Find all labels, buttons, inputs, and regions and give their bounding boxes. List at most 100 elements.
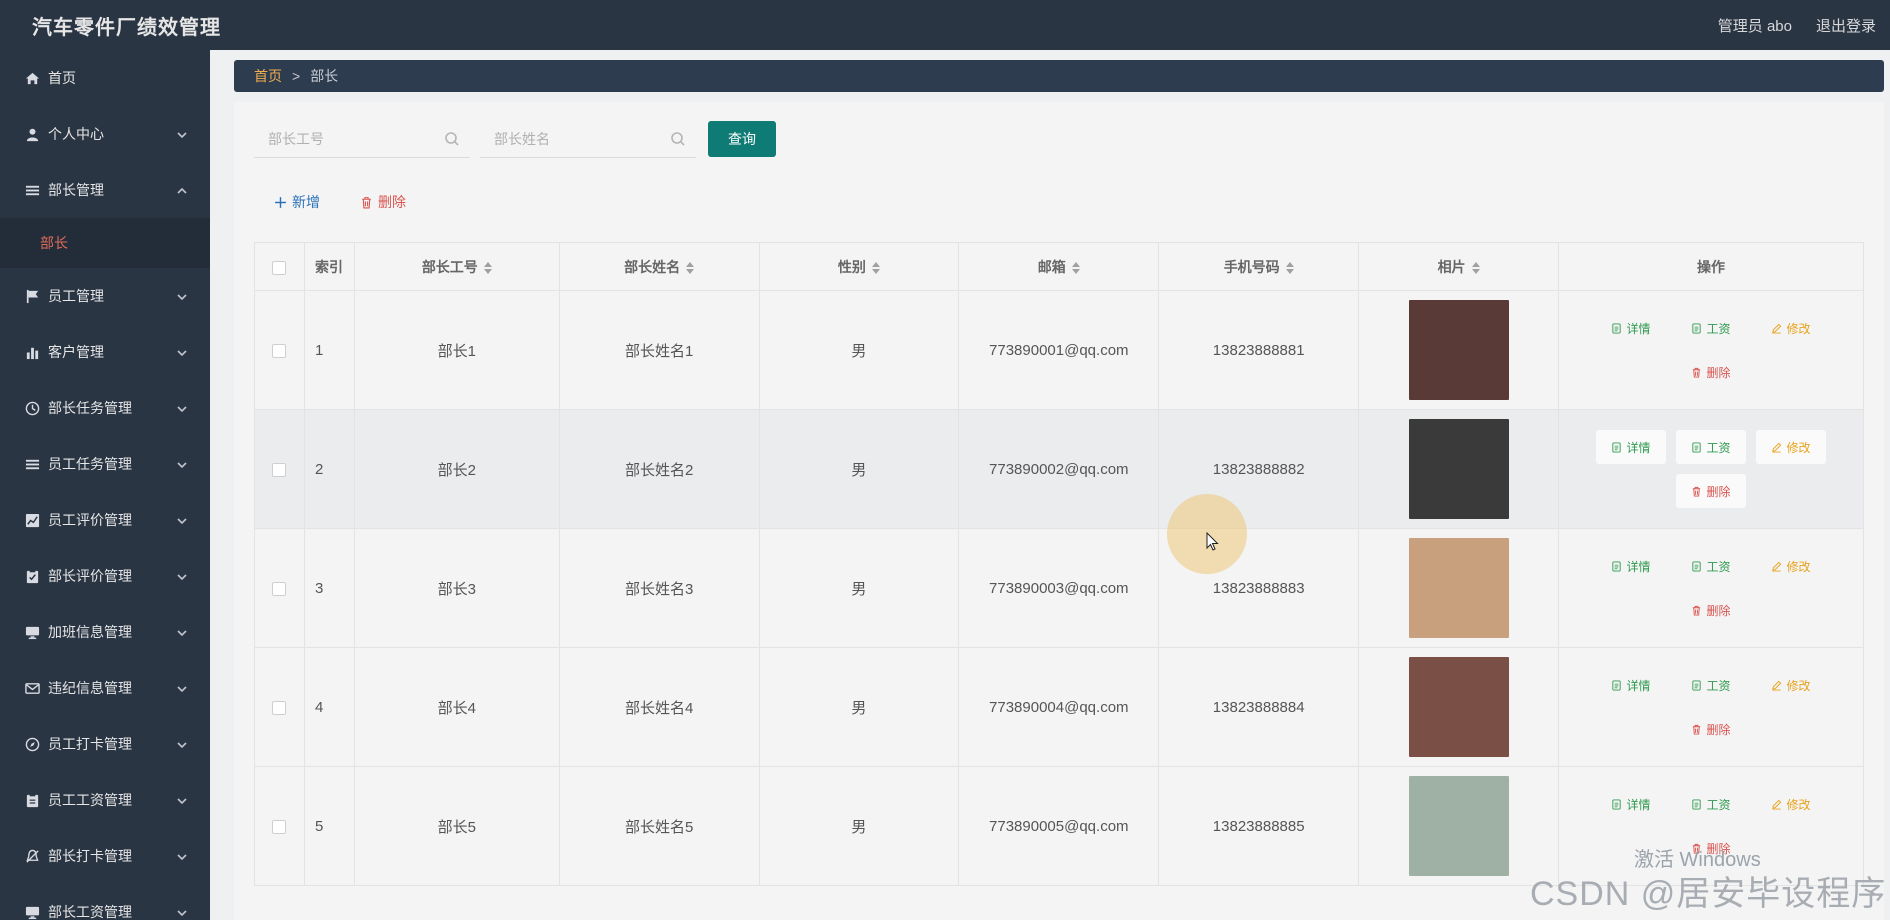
edit-button[interactable]: 修改 [1756, 430, 1826, 464]
search-bar: 查询 [254, 120, 776, 158]
sidebar-item-overtime-management[interactable]: 加班信息管理 [0, 604, 210, 660]
delete-button-label: 删除 [378, 194, 406, 210]
sidebar-item-label: 部长工资管理 [48, 904, 132, 920]
sidebar-item-customer-management[interactable]: 客户管理 [0, 324, 210, 380]
detail-button[interactable]: 详情 [1596, 430, 1666, 464]
column-header-id[interactable]: 部长工号 [353, 242, 560, 291]
cell-minister-id: 部长1 [353, 290, 560, 410]
sidebar-item-label: 加班信息管理 [48, 624, 132, 640]
salary-label: 工资 [1706, 321, 1731, 336]
salary-button[interactable]: 工资 [1676, 549, 1746, 583]
salary-button[interactable]: 工资 [1676, 311, 1746, 345]
row-checkbox[interactable] [272, 819, 287, 834]
minister-photo[interactable] [1408, 776, 1509, 876]
column-header-photo[interactable]: 相片 [1358, 242, 1560, 291]
admin-user-label[interactable]: 管理员 abo [1718, 15, 1792, 36]
bar-chart-icon [24, 344, 40, 360]
minister-id-search-field [254, 120, 470, 158]
column-header-name[interactable]: 部长姓名 [558, 242, 760, 291]
chevron-down-icon [176, 682, 188, 694]
row-checkbox[interactable] [272, 343, 287, 358]
sidebar-item-employee-management[interactable]: 员工管理 [0, 268, 210, 324]
sidebar-item-label: 员工打卡管理 [48, 736, 132, 752]
column-header-phone[interactable]: 手机号码 [1158, 242, 1360, 291]
delete-button[interactable]: 删除 [1676, 593, 1746, 627]
row-actions: 详情 工资 修改 删除 [1596, 668, 1826, 746]
delete-button[interactable]: 删除 [1676, 474, 1746, 508]
sidebar-item-minister-management[interactable]: 部长管理 [0, 162, 210, 218]
minister-photo[interactable] [1408, 419, 1509, 519]
detail-button[interactable]: 详情 [1596, 549, 1666, 583]
salary-button[interactable]: 工资 [1676, 430, 1746, 464]
edit-button[interactable]: 修改 [1756, 549, 1826, 583]
salary-button[interactable]: 工资 [1676, 668, 1746, 702]
cell-actions: 详情 工资 修改 删除 [1558, 409, 1864, 529]
query-button[interactable]: 查询 [708, 121, 776, 157]
top-header: 汽车零件厂绩效管理 管理员 abo 退出登录 [0, 0, 1890, 50]
header-label: 部长姓名 [624, 258, 681, 275]
breadcrumb-home-link[interactable]: 首页 [254, 66, 282, 86]
detail-button[interactable]: 详情 [1596, 311, 1666, 345]
minister-photo[interactable] [1408, 657, 1509, 757]
delete-button[interactable]: 删除 [1676, 355, 1746, 389]
sidebar-item-employee-checkin-management[interactable]: 员工打卡管理 [0, 716, 210, 772]
sidebar-item-minister-task-management[interactable]: 部长任务管理 [0, 380, 210, 436]
cell-minister-name: 部长姓名3 [558, 528, 760, 648]
cell-minister-name: 部长姓名2 [558, 409, 760, 529]
trash-icon [362, 196, 371, 208]
cell-gender: 男 [758, 647, 960, 767]
sidebar-item-minister-evaluation-management[interactable]: 部长评价管理 [0, 548, 210, 604]
edit-button[interactable]: 修改 [1756, 311, 1826, 345]
add-button[interactable]: 新增 [274, 192, 320, 212]
sidebar-item-employee-task-management[interactable]: 员工任务管理 [0, 436, 210, 492]
select-all-checkbox[interactable] [272, 260, 287, 275]
minister-photo[interactable] [1408, 538, 1509, 638]
chevron-down-icon [176, 514, 188, 526]
column-header-gender[interactable]: 性别 [758, 242, 960, 291]
header-label: 性别 [837, 258, 866, 275]
sidebar-item-label: 客户管理 [48, 344, 104, 360]
clock-icon [24, 400, 40, 416]
delete-button[interactable]: 删除 [1676, 712, 1746, 746]
row-checkbox[interactable] [272, 581, 287, 596]
line-chart-icon [24, 512, 40, 528]
cell-index: 2 [303, 409, 355, 529]
cell-index: 4 [303, 647, 355, 767]
salary-label: 工资 [1706, 678, 1731, 693]
compass-icon [24, 736, 40, 752]
document-icon [1691, 560, 1702, 572]
column-header-index: 索引 [303, 242, 355, 291]
batch-delete-button[interactable]: 删除 [360, 192, 406, 212]
cell-index: 1 [303, 290, 355, 410]
edit-button[interactable]: 修改 [1756, 668, 1826, 702]
row-select-cell [254, 528, 305, 648]
logout-link[interactable]: 退出登录 [1816, 15, 1876, 36]
list-icon [24, 182, 40, 198]
sidebar-subitem-minister[interactable]: 部长 [0, 218, 210, 268]
row-checkbox[interactable] [272, 462, 287, 477]
sidebar-item-home[interactable]: 首页 [0, 50, 210, 106]
sidebar-item-label: 违纪信息管理 [48, 680, 132, 696]
sidebar-menu: 首页 个人中心 部长管理 部长 员工管理 客户管理 部长任务管理 员工任务管理 … [0, 50, 210, 920]
salary-button[interactable]: 工资 [1676, 787, 1746, 821]
search-icon [444, 131, 460, 147]
bell-icon [24, 848, 40, 864]
sidebar-item-employee-evaluation-management[interactable]: 员工评价管理 [0, 492, 210, 548]
minister-photo[interactable] [1408, 300, 1509, 400]
document-icon [1611, 322, 1622, 334]
sidebar-item-minister-salary-management[interactable]: 部长工资管理 [0, 884, 210, 920]
detail-button[interactable]: 详情 [1596, 668, 1666, 702]
row-checkbox[interactable] [272, 700, 287, 715]
sidebar-item-label: 首页 [48, 70, 76, 86]
cell-minister-id: 部长3 [353, 528, 560, 648]
sidebar-item-personal-center[interactable]: 个人中心 [0, 106, 210, 162]
sidebar-item-discipline-management[interactable]: 违纪信息管理 [0, 660, 210, 716]
sidebar-item-minister-checkin-management[interactable]: 部长打卡管理 [0, 828, 210, 884]
edit-button[interactable]: 修改 [1756, 787, 1826, 821]
detail-button[interactable]: 详情 [1596, 787, 1666, 821]
minister-id-input[interactable] [254, 130, 434, 147]
chevron-down-icon [176, 738, 188, 750]
column-header-email[interactable]: 邮箱 [958, 242, 1160, 291]
minister-name-input[interactable] [480, 130, 660, 147]
sidebar-item-employee-salary-management[interactable]: 员工工资管理 [0, 772, 210, 828]
